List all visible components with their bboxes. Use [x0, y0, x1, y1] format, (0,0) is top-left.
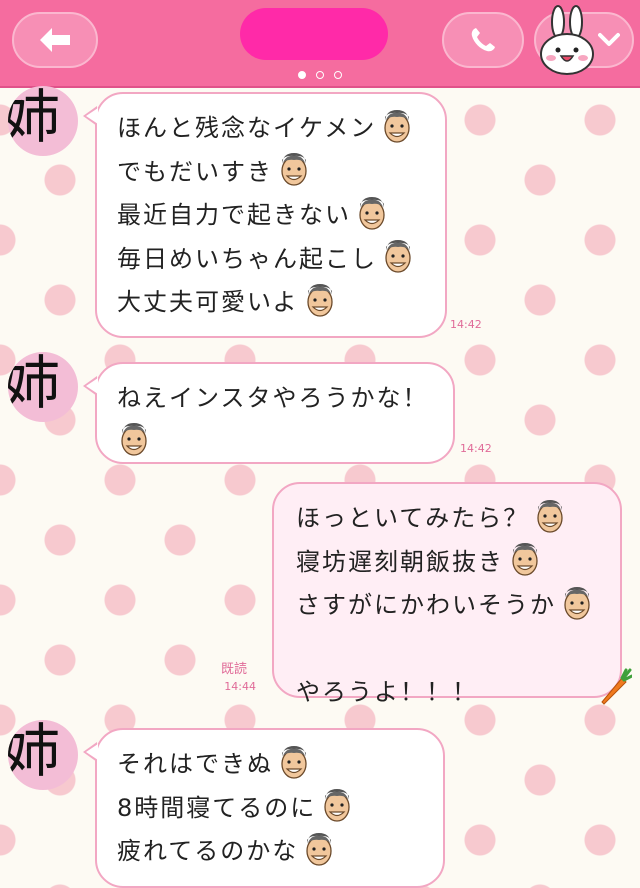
- old-man-emoji-icon: [355, 195, 389, 231]
- old-man-emoji-icon: [560, 585, 594, 621]
- message-line: ねえインスタやろうかな！: [117, 384, 429, 413]
- carrot-icon: [601, 668, 632, 705]
- chevron-down-icon: [598, 33, 620, 46]
- message-line: 8時間寝てるのに: [117, 784, 443, 828]
- back-button[interactable]: [12, 12, 98, 68]
- message-timestamp: 14:42: [450, 318, 482, 331]
- old-man-emoji-icon: [303, 282, 337, 318]
- message-line: ほんと残念なイケメン: [117, 104, 445, 148]
- message-line: [117, 418, 453, 462]
- message-line: それはできぬ: [117, 740, 443, 784]
- old-man-emoji-icon: [277, 744, 311, 780]
- message-line: でもだいすき: [117, 148, 445, 192]
- old-man-emoji-icon: [381, 238, 415, 274]
- old-man-emoji-icon: [380, 108, 414, 144]
- chat-header: [0, 0, 640, 88]
- message-bubble[interactable]: ほんと残念なイケメン でもだいすき 最近自力で起きない 毎日めいちゃん起こし 大…: [83, 92, 447, 338]
- message-bubble[interactable]: ねえインスタやろうかな！: [83, 362, 455, 464]
- message-bubble[interactable]: それはできぬ 8時間寝てるのに 疲れてるのかな: [83, 728, 445, 888]
- avatar-text: 姉: [8, 352, 61, 417]
- message-line: 毎日めいちゃん起こし: [117, 235, 445, 279]
- phone-icon: [471, 28, 495, 52]
- old-man-emoji-icon: [508, 541, 542, 577]
- message-line: ほっといてみたら？: [296, 494, 620, 538]
- back-arrow-icon: [40, 28, 70, 52]
- message-line: さすがにかわいそうか: [296, 581, 620, 625]
- message-line: 疲れてるのかな: [117, 827, 443, 871]
- redacted-chat-title: [240, 8, 388, 60]
- avatar-text: 姉: [8, 86, 61, 151]
- message-timestamp: 14:42: [460, 442, 492, 455]
- call-button[interactable]: [442, 12, 524, 68]
- page-dot-active[interactable]: [298, 71, 306, 79]
- old-man-emoji-icon: [320, 787, 354, 823]
- message-line: 大丈夫可愛いよ: [117, 278, 445, 322]
- sender-avatar[interactable]: 姉: [8, 86, 78, 156]
- page-dot[interactable]: [334, 71, 342, 79]
- read-receipt: 既読: [221, 662, 248, 677]
- old-man-emoji-icon: [277, 151, 311, 187]
- bunny-face-icon: [540, 5, 594, 75]
- message-line: 最近自力で起きない: [117, 191, 445, 235]
- message-line: やろうよ！！！: [296, 678, 478, 707]
- old-man-emoji-icon: [533, 498, 567, 534]
- old-man-emoji-icon: [117, 421, 151, 457]
- sender-avatar[interactable]: 姉: [8, 720, 78, 790]
- page-dot[interactable]: [316, 71, 324, 79]
- old-man-emoji-icon: [302, 831, 336, 867]
- message-timestamp: 14:44: [224, 680, 256, 693]
- message-line: 寝坊遅刻朝飯抜き: [296, 538, 620, 582]
- avatar-text: 姉: [8, 720, 61, 785]
- message-line: [296, 625, 620, 669]
- sender-avatar[interactable]: 姉: [8, 352, 78, 422]
- my-message-bubble[interactable]: ほっといてみたら？ 寝坊遅刻朝飯抜き さすがにかわいそうか やろうよ！！！: [272, 482, 622, 706]
